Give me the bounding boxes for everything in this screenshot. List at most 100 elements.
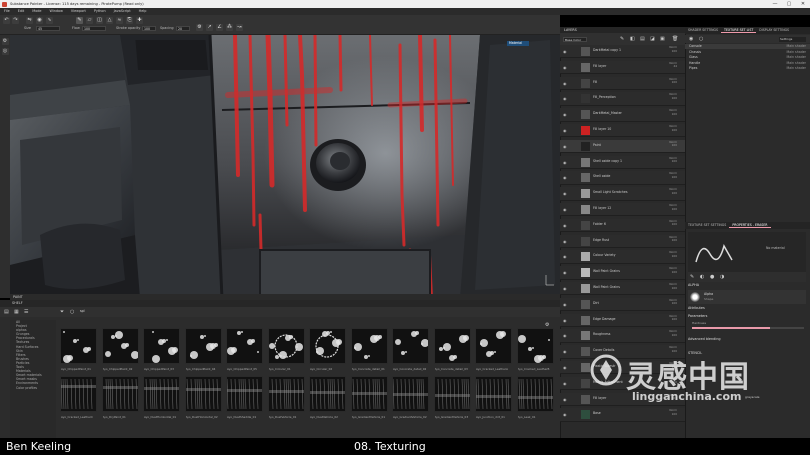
view-icon[interactable]: ◎ <box>1 48 9 55</box>
layer-blend[interactable]: Norm 100 <box>669 108 677 116</box>
add-paint-layer-icon[interactable]: ▣ <box>660 36 665 42</box>
layer-blend[interactable]: Norm 100 <box>669 172 677 179</box>
shelf-thumbnail[interactable]: Ayo_DryPaint_01 <box>101 376 139 419</box>
menu-help[interactable]: Help <box>139 8 147 15</box>
texture-set-shader[interactable]: Main shader <box>786 50 806 55</box>
eraser-icon[interactable]: ▱ <box>86 17 93 24</box>
texture-set-row[interactable]: Console Main shader <box>685 44 810 49</box>
texture-set-shader[interactable]: Main shader <box>786 44 806 49</box>
pressure-icon[interactable]: ↗ <box>206 24 213 31</box>
shelf-thumbnail[interactable]: Ayo_ChippedPaint_01 <box>60 328 97 371</box>
tab-texture-set-settings[interactable]: TEXTURE SET SETTINGS <box>685 223 729 227</box>
visibility-eye-icon[interactable]: ◉ <box>563 286 567 291</box>
visibility-eye-icon[interactable]: ◉ <box>563 49 567 54</box>
shelf-thumbnail[interactable]: Ayo_DustHorizontal_02 <box>184 376 222 419</box>
visibility-eye-icon[interactable]: ◉ <box>563 381 567 386</box>
category-item[interactable]: Color profiles <box>10 386 56 390</box>
visibility-eye-icon[interactable]: ◉ <box>563 412 567 417</box>
visibility-eye-icon[interactable]: ◉ <box>563 365 567 370</box>
layer-row[interactable]: ◉ Fill layer Norm 44 <box>560 60 685 75</box>
layer-blend[interactable]: Norm 100 <box>669 251 677 258</box>
shelf-thumbnail[interactable]: Ayo_Leak_01 <box>516 376 554 419</box>
menu-python[interactable]: Python <box>94 8 106 15</box>
shelf-thumbnail[interactable]: Ayo_ChippedPaint_02 <box>101 328 139 371</box>
visibility-eye-icon[interactable]: ◉ <box>563 397 567 402</box>
shelf-thumbnail[interactable]: Ayo_ChippedPaint_05 <box>226 328 263 371</box>
layer-blend[interactable]: Norm 100 <box>669 219 677 227</box>
texture-set-row[interactable]: Chassis Main shader <box>685 50 810 55</box>
visibility-eye-icon[interactable]: ◉ <box>563 302 567 307</box>
parameters-section[interactable]: Parameters <box>688 313 806 319</box>
visibility-eye-icon[interactable]: ◉ <box>563 270 567 275</box>
layer-blend[interactable]: Norm 100 <box>669 156 677 164</box>
visibility-eye-icon[interactable]: ◉ <box>563 207 567 212</box>
shelf-thumbnail[interactable]: Ayo_DustVehicle_02 <box>309 376 346 419</box>
hardness-slider[interactable] <box>692 327 804 329</box>
add-effect-icon[interactable]: ✎ <box>620 36 624 42</box>
visibility-eye-icon[interactable]: ◉ <box>563 333 567 338</box>
layer-row[interactable]: ◉ Wall Paint Grains Norm 100 <box>560 266 685 280</box>
layer-row[interactable]: ◉ Shell oxide copy 1 Norm 100 <box>560 155 685 169</box>
visibility-eye-icon[interactable]: ◉ <box>563 254 567 259</box>
visibility-eye-icon[interactable]: ◉ <box>563 144 567 149</box>
flow-field[interactable]: 100 <box>82 26 106 31</box>
visibility-eye-icon[interactable]: ◉ <box>563 318 567 323</box>
eye-icon[interactable]: ◉ <box>689 36 693 42</box>
shelf-thumbnail[interactable]: Ayo_Junction_dirt_01 <box>475 376 512 419</box>
paint-brush-icon[interactable]: ✎ <box>76 17 83 24</box>
layer-blend[interactable]: Norm 100 <box>669 187 677 195</box>
visibility-eye-icon[interactable]: ◉ <box>563 223 567 228</box>
layer-row[interactable]: ◉ Wall Paint Grains Norm 100 <box>560 282 685 296</box>
layer-row[interactable]: ◉ Base Norm 100 <box>560 408 685 422</box>
filter-icon[interactable]: ⏷ <box>60 309 64 315</box>
visibility-eye-icon[interactable]: ◉ <box>563 81 567 86</box>
shelf-thumbnail[interactable]: Ayo_GradientVehicle_02 <box>392 376 429 419</box>
3d-viewport[interactable]: Material <box>10 35 560 298</box>
texture-set-row[interactable]: Glass Main shader <box>685 55 810 60</box>
layer-blend[interactable]: Norm 100 <box>669 235 677 243</box>
visibility-eye-icon[interactable]: ◉ <box>563 239 567 244</box>
layer-row[interactable]: ◉ DarkMetal_Master Norm 100 <box>560 108 685 122</box>
visibility-eye-icon[interactable]: ◉ <box>563 175 567 180</box>
visibility-eye-icon[interactable]: ◉ <box>563 112 567 117</box>
grid-view-icon[interactable]: ▦ <box>14 309 19 315</box>
shelf-thumbnail[interactable]: Ayo_ChippedPaint_04 <box>184 328 222 371</box>
layer-row[interactable]: ◉ Folder 6 Norm 100 <box>560 218 685 233</box>
add-mask-icon[interactable]: ◧ <box>630 36 635 42</box>
tab-texture-set-list[interactable]: TEXTURE SET LIST <box>721 28 757 33</box>
palette-icon[interactable]: ◐ <box>700 274 704 280</box>
close-button[interactable]: ✕ <box>796 0 810 8</box>
layer-row[interactable]: ◉ Paint Norm 100 <box>560 139 685 154</box>
layer-blend[interactable]: Norm 100 <box>669 124 677 132</box>
visibility-eye-icon[interactable]: ◉ <box>563 349 567 354</box>
layer-row[interactable]: ◉ DarkMetal copy 1 Norm 100 <box>560 45 685 59</box>
shelf-thumbnail[interactable]: Ayo_Concrete_detail_02 <box>392 328 429 371</box>
shelf-thumbnail[interactable]: Ayo_DustShaddle_01 <box>226 376 263 419</box>
shelf-thumbnail[interactable]: Ayo_GradientVehicle_01 <box>350 376 388 419</box>
visibility-eye-icon[interactable]: ◉ <box>563 160 567 165</box>
layer-row[interactable]: ◉ Fill layer 12 Norm 100 <box>560 203 685 217</box>
shelf-thumbnail[interactable]: Ayo_Cracked_LeatherB <box>516 328 554 371</box>
advanced-blending-section[interactable]: Advanced blending <box>688 336 806 342</box>
shelf-thumbnail[interactable]: Ayo_Cracked_LeatherC <box>60 376 97 419</box>
menu-edit[interactable]: Edit <box>18 8 25 15</box>
folder-icon[interactable]: ▤ <box>4 309 9 315</box>
layer-blend[interactable]: Norm 100 <box>669 298 677 306</box>
channel-select[interactable]: Base Color <box>563 37 587 42</box>
layer-row[interactable]: ◉ Colour Variety Norm 100 <box>560 250 685 264</box>
layer-row[interactable]: ◉ Small Light Scratches Norm 100 <box>560 187 685 201</box>
camera-icon[interactable]: ◉ <box>36 17 43 24</box>
shelf-thumbnail[interactable]: Ayo_GradientVehicle_03 <box>433 376 471 419</box>
menu-mode[interactable]: Mode <box>32 8 41 15</box>
add-fill-icon[interactable]: ◪ <box>650 36 655 42</box>
viewport-mode-select[interactable]: Material <box>507 41 529 46</box>
minimize-button[interactable]: — <box>768 0 782 8</box>
brush-settings-icon[interactable]: ⚙ <box>196 24 203 31</box>
shelf-thumbnail[interactable]: Ayo_Cracked_LeatherA <box>475 328 512 371</box>
layer-blend[interactable]: Norm 100 <box>669 266 677 274</box>
stroke-opacity-field[interactable]: 100 <box>142 26 156 31</box>
jitter-icon[interactable]: ⁂ <box>226 24 233 31</box>
material-ball-icon[interactable]: ● <box>710 274 714 280</box>
polygon-fill-icon[interactable]: △ <box>106 17 113 24</box>
layer-row[interactable]: ◉ Fill_Perception Norm 100 <box>560 92 685 106</box>
